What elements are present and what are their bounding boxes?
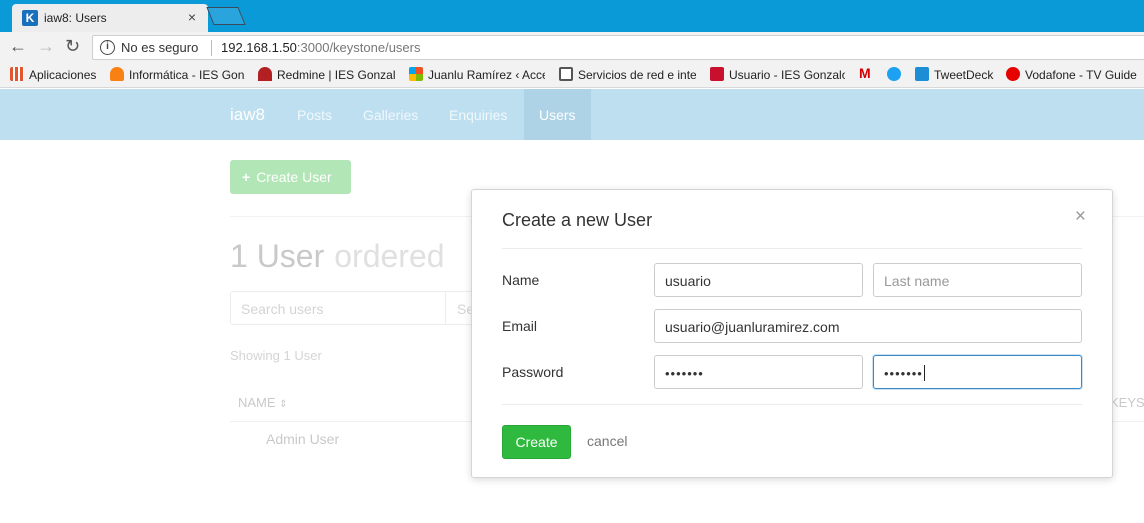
bookmark-label: Vodafone - TV Guide <box>1025 68 1137 82</box>
url-path: :3000/keystone/users <box>296 40 421 55</box>
address-bar[interactable]: i No es seguro 192.168.1.50:3000/keyston… <box>92 35 1144 60</box>
bookmarks-bar: Aplicaciones Informática - IES Gonz Redm… <box>0 62 1144 88</box>
info-icon[interactable]: i <box>100 40 115 55</box>
nav-galleries[interactable]: Galleries <box>363 107 418 123</box>
column-header-name[interactable]: NAME ⇕ <box>238 395 288 410</box>
bookmark-label: TweetDeck <box>934 68 994 82</box>
name-label: Name <box>502 272 540 288</box>
back-arrow-icon[interactable]: ← <box>9 36 27 57</box>
nav-posts[interactable]: Posts <box>297 107 332 123</box>
modal-title: Create a new User <box>502 210 653 230</box>
bookmark-label: Aplicaciones <box>29 68 97 82</box>
bookmark-label: Informática - IES Gonz <box>129 68 245 82</box>
tweetdeck-icon <box>915 67 929 81</box>
create-button[interactable]: Create <box>502 425 571 459</box>
bookmark-s[interactable] <box>887 67 905 82</box>
building-icon <box>559 67 573 81</box>
bookmark-aplicaciones[interactable]: Aplicaciones <box>10 67 106 82</box>
forward-arrow-icon[interactable]: → <box>37 36 55 57</box>
url-separator <box>211 40 212 56</box>
create-user-label: Create User <box>256 169 332 185</box>
password-confirm-dots: ••••••• <box>884 366 923 381</box>
square-logo-icon <box>710 67 724 81</box>
first-name-input[interactable]: usuario <box>654 263 863 297</box>
vodafone-icon <box>1006 67 1020 81</box>
showing-count: Showing 1 User <box>230 348 322 363</box>
security-label: No es seguro <box>121 40 199 55</box>
bookmark-informatica[interactable]: Informática - IES Gonz <box>110 67 245 82</box>
url-text: 192.168.1.50:3000/keystone/users <box>221 40 420 55</box>
column-label: NAME <box>238 395 276 410</box>
search-users-input[interactable]: Search users <box>230 291 446 325</box>
browser-tab-strip: K iaw8: Users × <box>0 0 1144 32</box>
plus-icon: + <box>242 169 251 185</box>
column-header-keys[interactable]: KEYS <box>1110 395 1144 410</box>
table-row[interactable]: Admin User <box>266 431 339 447</box>
modal-header-divider <box>502 248 1082 249</box>
bookmark-servicios[interactable]: Servicios de red e inte <box>559 67 696 82</box>
user-count: 1 User <box>230 238 325 274</box>
windows-icon <box>409 67 423 81</box>
app-navbar: iaw8 Posts Galleries Enquiries Users <box>0 89 1144 140</box>
bookmark-vodafone[interactable]: Vodafone - TV Guide <box>1006 67 1144 82</box>
moodle-icon <box>110 67 124 81</box>
url-host: 192.168.1.50 <box>221 40 297 55</box>
sort-icon: ⇕ <box>279 399 288 410</box>
tab-title: iaw8: Users <box>44 11 107 25</box>
create-user-modal: Create a new User × Name usuario Last na… <box>471 189 1113 478</box>
create-user-button[interactable]: + Create User <box>230 160 351 194</box>
bookmark-usuario[interactable]: Usuario - IES Gonzalo <box>710 67 845 82</box>
bookmark-tweetdeck[interactable]: TweetDeck <box>915 67 1000 82</box>
tab-close-icon[interactable]: × <box>188 9 196 25</box>
reload-icon[interactable]: ↻ <box>65 36 80 57</box>
email-input[interactable]: usuario@juanluramirez.com <box>654 309 1082 343</box>
bookmark-juanlu[interactable]: Juanlu Ramírez ‹ Acce <box>409 67 545 82</box>
browser-toolbar: ← → ↻ i No es seguro 192.168.1.50:3000/k… <box>0 32 1144 62</box>
bookmark-label: Juanlu Ramírez ‹ Acce <box>428 68 545 82</box>
password-confirm-input[interactable]: ••••••• <box>873 355 1082 389</box>
redmine-icon <box>258 67 272 81</box>
password-input[interactable]: ••••••• <box>654 355 863 389</box>
apps-grid-icon <box>10 67 24 81</box>
password-dots: ••••••• <box>665 366 704 381</box>
text-caret <box>923 365 925 381</box>
cancel-button[interactable]: cancel <box>587 433 627 449</box>
password-label: Password <box>502 364 564 380</box>
bookmark-m[interactable]: M <box>859 65 877 81</box>
bookmark-redmine[interactable]: Redmine | IES Gonzalo <box>258 67 395 82</box>
keystone-favicon-icon: K <box>22 10 38 26</box>
new-tab-button[interactable] <box>206 7 246 25</box>
modal-footer-divider <box>502 404 1082 405</box>
nav-users[interactable]: Users <box>524 89 591 140</box>
bookmark-label: Servicios de red e inte <box>578 68 696 82</box>
ordered-label: ordered <box>334 238 445 274</box>
bookmark-label: Usuario - IES Gonzalo <box>729 68 845 82</box>
bookmark-label: Redmine | IES Gonzalo <box>277 68 395 82</box>
nav-enquiries[interactable]: Enquiries <box>449 107 507 123</box>
last-name-input[interactable]: Last name <box>873 263 1082 297</box>
email-label: Email <box>502 318 538 334</box>
page-heading: 1 User ordered <box>230 238 445 275</box>
browser-tab[interactable]: K iaw8: Users × <box>12 4 208 32</box>
brand-link[interactable]: iaw8 <box>230 105 265 125</box>
close-icon[interactable]: × <box>1075 206 1086 228</box>
m-logo-icon: M <box>859 65 871 81</box>
s-logo-icon <box>887 67 901 81</box>
